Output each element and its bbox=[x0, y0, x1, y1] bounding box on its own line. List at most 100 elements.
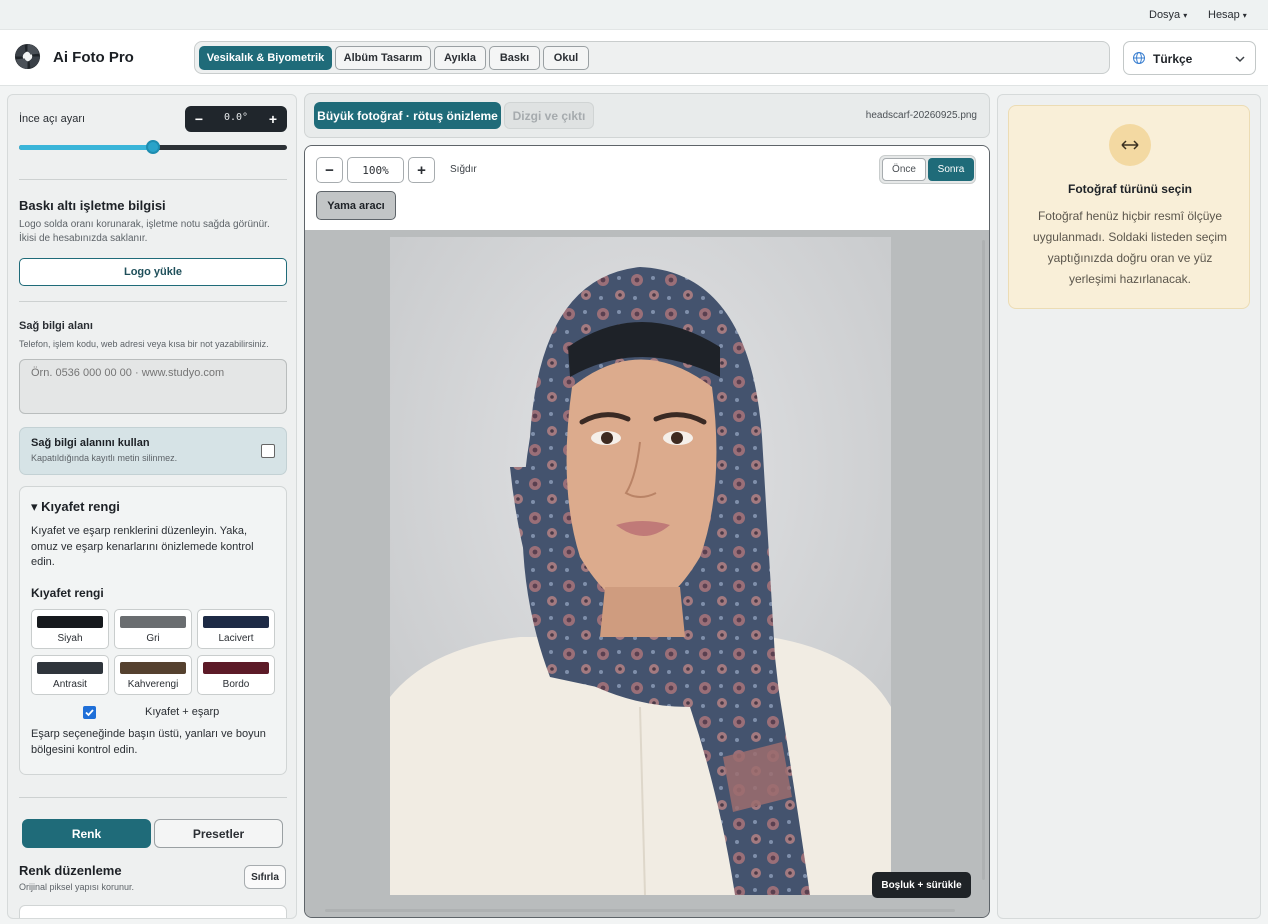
swatch-anthracite[interactable]: Antrasit bbox=[31, 655, 109, 695]
color-edit-title: Renk düzenleme bbox=[19, 863, 122, 878]
chevron-down-icon: ▾ bbox=[1242, 11, 1247, 20]
menu-file[interactable]: Dosya ▾ bbox=[1149, 9, 1187, 21]
horizontal-scrollbar[interactable] bbox=[325, 909, 955, 912]
menu-account-label: Hesap bbox=[1208, 9, 1240, 21]
before-button[interactable]: Önce bbox=[882, 158, 926, 181]
print-section-help: Logo solda oranı korunarak, işletme notu… bbox=[19, 219, 270, 244]
photo-type-text: Fotoğraf henüz hiçbir resmî ölçüye uygul… bbox=[1032, 209, 1228, 286]
preview-tab-bar: Büyük fotoğraf · rötuş önizleme Dizgi ve… bbox=[304, 93, 990, 138]
app-header: Ai Foto Pro Vesikalık & Biyometrik Albüm… bbox=[0, 30, 1268, 86]
patch-tool-button[interactable]: Yama aracı bbox=[316, 191, 396, 220]
tab-color[interactable]: Renk bbox=[22, 819, 151, 848]
right-info-textarea[interactable] bbox=[19, 359, 287, 414]
tab-print[interactable]: Baskı bbox=[489, 46, 540, 70]
swatch-chip bbox=[37, 662, 103, 674]
language-select[interactable]: Türkçe bbox=[1123, 41, 1256, 75]
swatch-label: Lacivert bbox=[218, 633, 254, 644]
photo-viewer: − 100% + Sığdır Önce Sonra Yama aracı Bo… bbox=[304, 145, 990, 918]
swatch-chip bbox=[203, 616, 269, 628]
language-label: Türkçe bbox=[1153, 52, 1193, 66]
use-right-info-help: Kapatıldığında kayıtlı metin silinmez. bbox=[31, 453, 178, 463]
globe-icon bbox=[1133, 52, 1145, 64]
angle-stepper: − 0.0° + bbox=[185, 106, 287, 132]
app-name: Ai Foto Pro bbox=[53, 49, 134, 66]
use-right-info-title: Sağ bilgi alanını kullan bbox=[31, 437, 150, 449]
photo-type-card: Fotoğraf türünü seçin Fotoğraf henüz hiç… bbox=[1008, 105, 1250, 309]
after-button[interactable]: Sonra bbox=[928, 158, 974, 181]
menu-account[interactable]: Hesap ▾ bbox=[1208, 9, 1247, 21]
viewer-toolbar: − 100% + Sığdır Önce Sonra Yama aracı bbox=[305, 146, 989, 230]
divider bbox=[19, 179, 287, 180]
divider bbox=[19, 301, 287, 302]
print-section-title: Baskı altı işletme bilgisi bbox=[19, 198, 166, 213]
angle-slider[interactable] bbox=[19, 140, 287, 154]
tab-presets[interactable]: Presetler bbox=[154, 819, 283, 848]
swatch-label: Kahverengi bbox=[127, 679, 179, 690]
slider-thumb[interactable] bbox=[146, 140, 160, 154]
tab-biometric[interactable]: Vesikalık & Biyometrik bbox=[199, 46, 332, 70]
use-right-info-checkbox[interactable] bbox=[261, 444, 275, 458]
before-after-toggle: Önce Sonra bbox=[879, 155, 976, 184]
left-settings-panel: İnce açı ayarı − 0.0° + Baskı altı işlet… bbox=[7, 94, 297, 919]
color-edit-help: Orijinal piksel yapısı korunur. bbox=[19, 882, 135, 892]
swatch-label: Antrasit bbox=[53, 679, 87, 690]
scarf-checkbox[interactable] bbox=[83, 706, 96, 719]
upload-logo-button[interactable]: Logo yükle bbox=[19, 258, 287, 286]
zoom-value[interactable]: 100% bbox=[347, 157, 404, 183]
aperture-icon bbox=[14, 43, 41, 70]
swatch-navy[interactable]: Lacivert bbox=[197, 609, 275, 649]
right-info-title: Sağ bilgi alanı bbox=[19, 320, 93, 332]
zoom-in-button[interactable]: + bbox=[408, 157, 435, 183]
tab-extract[interactable]: Ayıkla bbox=[434, 46, 486, 70]
pan-hint: Boşluk + sürükle bbox=[872, 872, 971, 898]
swatch-label: Bordo bbox=[222, 679, 250, 690]
tab-album-design[interactable]: Albüm Tasarım bbox=[335, 46, 431, 70]
reset-button[interactable]: Sıfırla bbox=[244, 865, 286, 889]
scarf-note: Eşarp seçeneğinde başın üstü, yanları ve… bbox=[31, 728, 266, 756]
fit-button[interactable]: Sığdır bbox=[450, 164, 477, 175]
zoom-out-button[interactable]: − bbox=[316, 157, 343, 183]
photo-type-title: Fotoğraf türünü seçin bbox=[1068, 182, 1192, 196]
portrait-image bbox=[390, 237, 891, 895]
menu-file-label: Dosya bbox=[1149, 9, 1181, 21]
swatch-gray[interactable]: Gri bbox=[114, 609, 192, 649]
tab-large-photo-preview[interactable]: Büyük fotoğraf · rötuş önizleme bbox=[314, 102, 501, 129]
angle-increase-button[interactable]: + bbox=[264, 109, 282, 129]
tab-school[interactable]: Okul bbox=[543, 46, 589, 70]
swatch-label: Gri bbox=[146, 633, 160, 644]
chevron-down-icon bbox=[1235, 56, 1245, 63]
right-info-help: Telefon, işlem kodu, web adresi veya kıs… bbox=[19, 339, 269, 349]
swatch-brown[interactable]: Kahverengi bbox=[114, 655, 192, 695]
clothing-description: Kıyafet ve eşarp renklerini düzenleyin. … bbox=[31, 525, 254, 568]
clothing-subtitle: Kıyafet rengi bbox=[31, 586, 104, 600]
angle-decrease-button[interactable]: − bbox=[190, 109, 208, 129]
swatch-chip bbox=[120, 616, 186, 628]
divider bbox=[19, 797, 287, 798]
photo-canvas[interactable]: Boşluk + sürükle bbox=[305, 230, 989, 917]
clothing-color-card: ▾ Kıyafet rengi Kıyafet ve eşarp renkler… bbox=[19, 486, 287, 775]
scarf-checkbox-label: Kıyafet + eşarp bbox=[145, 706, 220, 718]
file-name: headscarf-20260925.png bbox=[865, 110, 977, 121]
swatch-burgundy[interactable]: Bordo bbox=[197, 655, 275, 695]
chevron-down-icon: ▾ bbox=[1183, 11, 1188, 20]
slider-fill bbox=[19, 145, 153, 150]
tab-layout-output[interactable]: Dizgi ve çıktı bbox=[504, 102, 594, 129]
vertical-scrollbar[interactable] bbox=[982, 240, 985, 880]
swap-arrows-icon bbox=[1109, 124, 1151, 166]
angle-value: 0.0° bbox=[223, 112, 249, 123]
swatch-chip bbox=[203, 662, 269, 674]
portrait-photo[interactable] bbox=[390, 237, 891, 895]
main-tab-bar: Vesikalık & Biyometrik Albüm Tasarım Ayı… bbox=[194, 41, 1110, 74]
clothing-section-toggle[interactable]: ▾ Kıyafet rengi bbox=[31, 499, 120, 515]
angle-label: İnce açı ayarı bbox=[19, 113, 86, 125]
check-icon bbox=[85, 709, 94, 717]
color-edit-card bbox=[19, 905, 287, 918]
right-info-panel: Fotoğraf türünü seçin Fotoğraf henüz hiç… bbox=[997, 94, 1261, 919]
scarf-checkbox-row: Kıyafet + eşarp bbox=[83, 705, 233, 721]
swatch-label: Siyah bbox=[57, 633, 83, 644]
swatch-chip bbox=[37, 616, 103, 628]
top-menu-bar: Dosya ▾ Hesap ▾ bbox=[0, 0, 1268, 30]
use-right-info-card: Sağ bilgi alanını kullan Kapatıldığında … bbox=[19, 427, 287, 475]
swatch-chip bbox=[120, 662, 186, 674]
swatch-black[interactable]: Siyah bbox=[31, 609, 109, 649]
